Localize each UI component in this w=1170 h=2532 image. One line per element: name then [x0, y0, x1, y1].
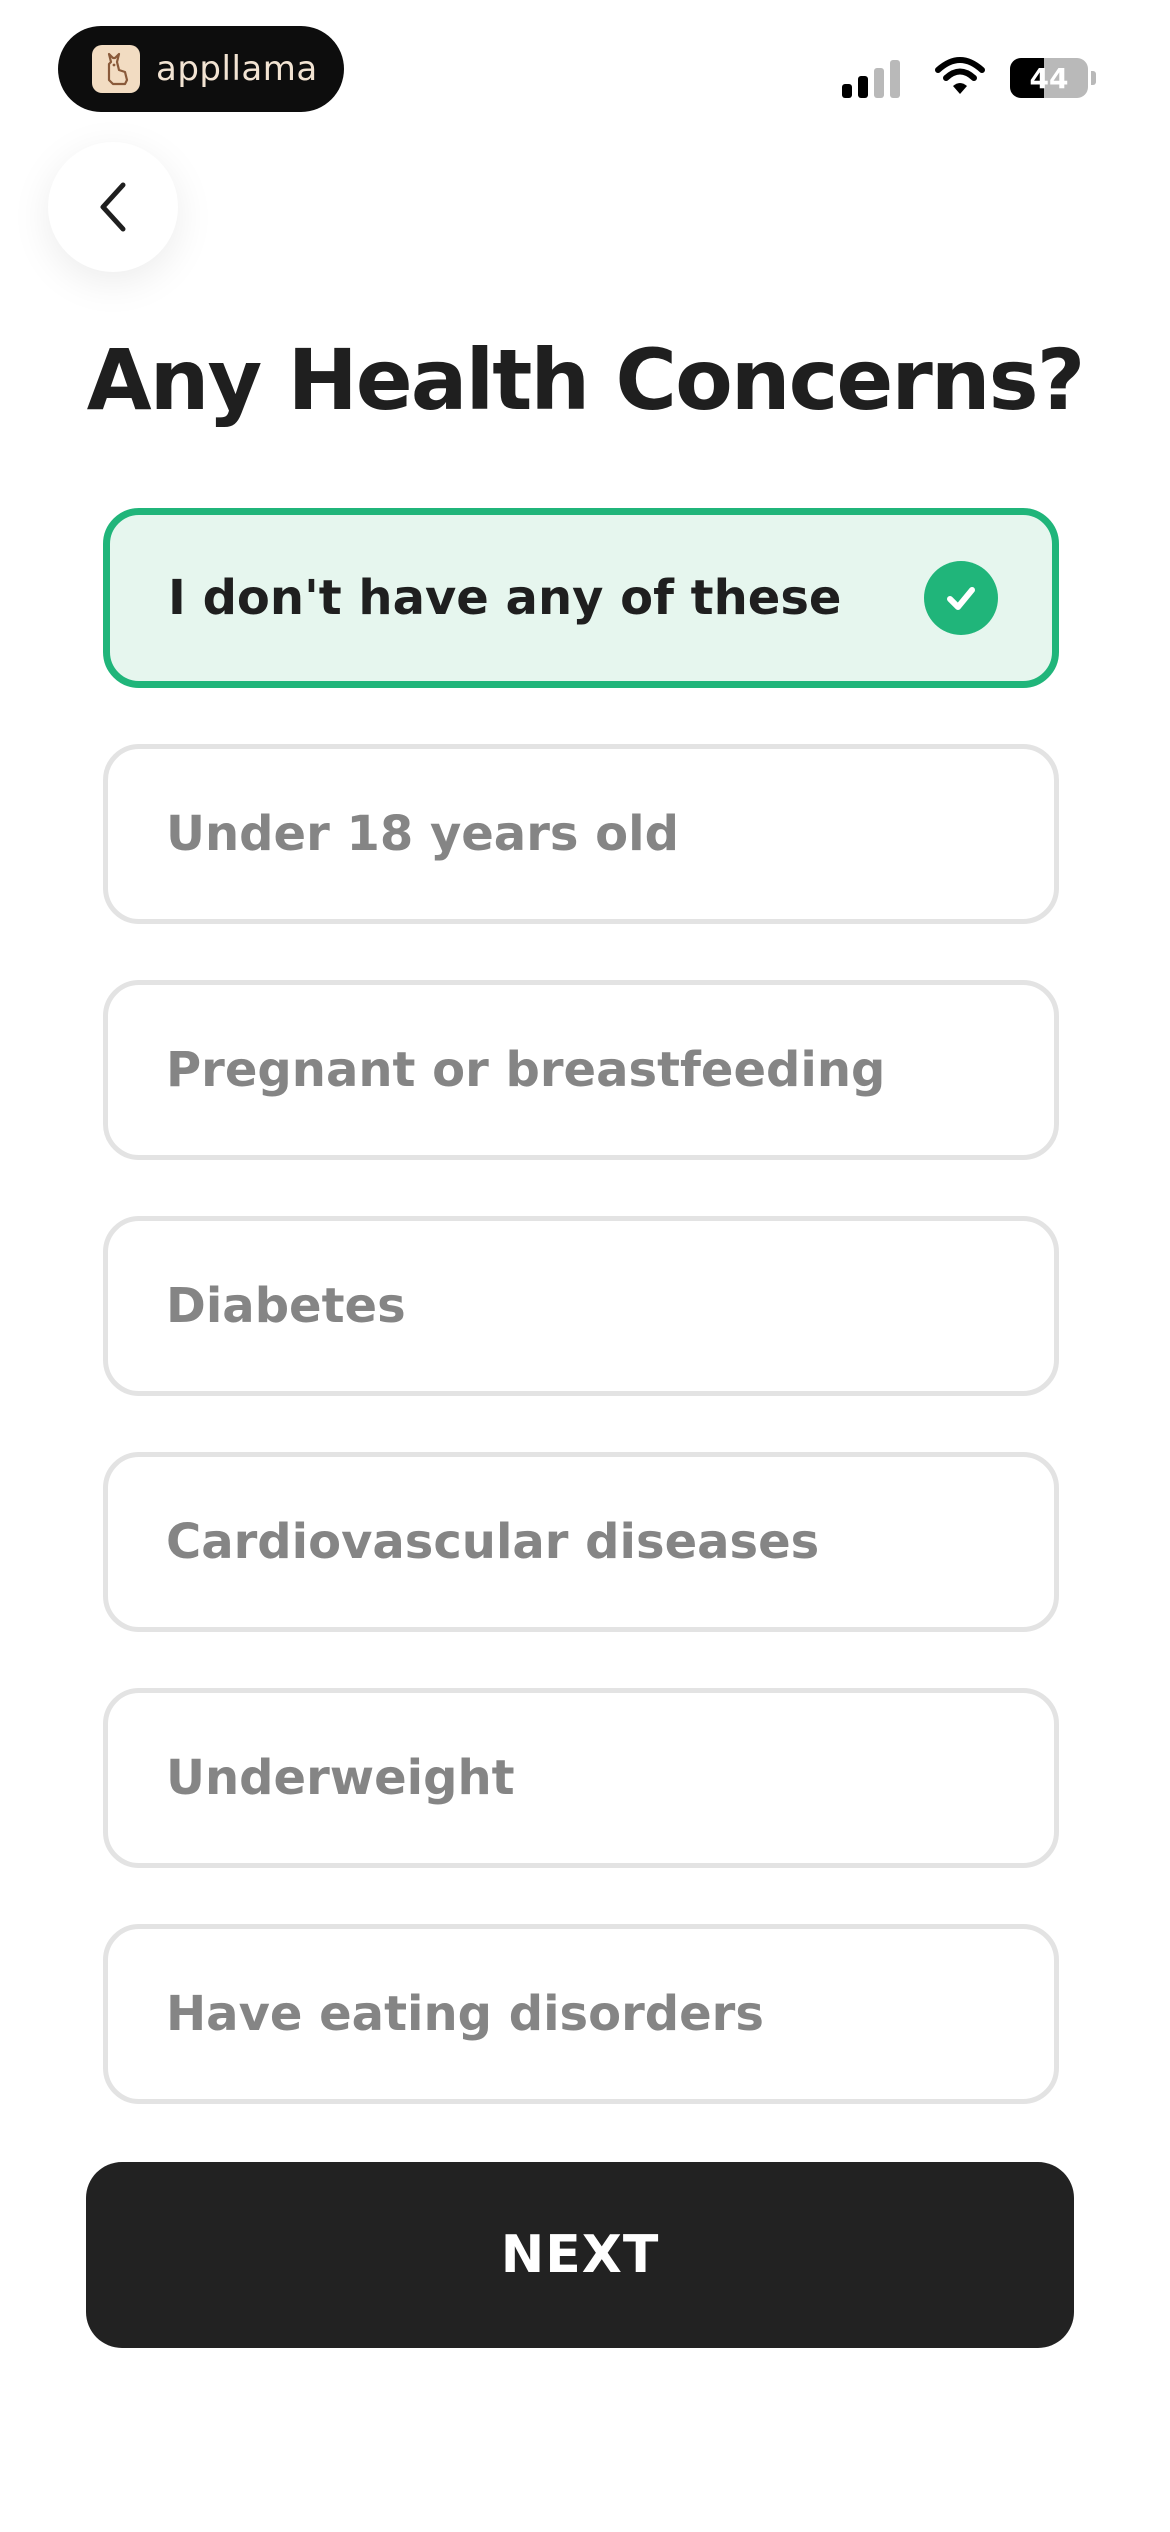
option-underweight[interactable]: Underweight — [103, 1688, 1059, 1868]
chevron-left-icon — [100, 182, 126, 232]
llama-logo-icon — [92, 45, 140, 93]
option-label: Underweight — [166, 1750, 515, 1806]
cellular-signal-icon — [842, 58, 906, 98]
status-icons: 44 — [842, 56, 1096, 100]
brand-name: appllama — [156, 49, 318, 89]
wifi-icon — [934, 56, 986, 100]
battery-level: 44 — [1029, 61, 1069, 95]
option-none[interactable]: I don't have any of these — [103, 508, 1059, 688]
status-bar: appllama 44 — [0, 0, 1170, 140]
option-label: Diabetes — [166, 1278, 406, 1334]
signal-bar — [842, 84, 852, 98]
options-list: I don't have any of these Under 18 years… — [103, 508, 1059, 2160]
option-label: Under 18 years old — [166, 806, 679, 862]
next-button[interactable]: NEXT — [86, 2162, 1074, 2348]
option-label: I don't have any of these — [168, 570, 842, 626]
check-circle-icon — [924, 561, 998, 635]
option-diabetes[interactable]: Diabetes — [103, 1216, 1059, 1396]
option-label: Have eating disorders — [166, 1986, 764, 2042]
battery-cap — [1091, 71, 1096, 85]
option-pregnant[interactable]: Pregnant or breastfeeding — [103, 980, 1059, 1160]
page-title: Any Health Concerns? — [86, 331, 1086, 429]
brand-pill: appllama — [58, 26, 344, 112]
battery-icon: 44 — [1010, 58, 1088, 98]
option-eating-disorders[interactable]: Have eating disorders — [103, 1924, 1059, 2104]
option-label: Pregnant or breastfeeding — [166, 1042, 886, 1098]
option-label: Cardiovascular diseases — [166, 1514, 820, 1570]
signal-bar — [890, 60, 900, 98]
signal-bar — [874, 68, 884, 98]
option-cardiovascular[interactable]: Cardiovascular diseases — [103, 1452, 1059, 1632]
option-under-18[interactable]: Under 18 years old — [103, 744, 1059, 924]
back-button[interactable] — [48, 142, 178, 272]
signal-bar — [858, 76, 868, 98]
